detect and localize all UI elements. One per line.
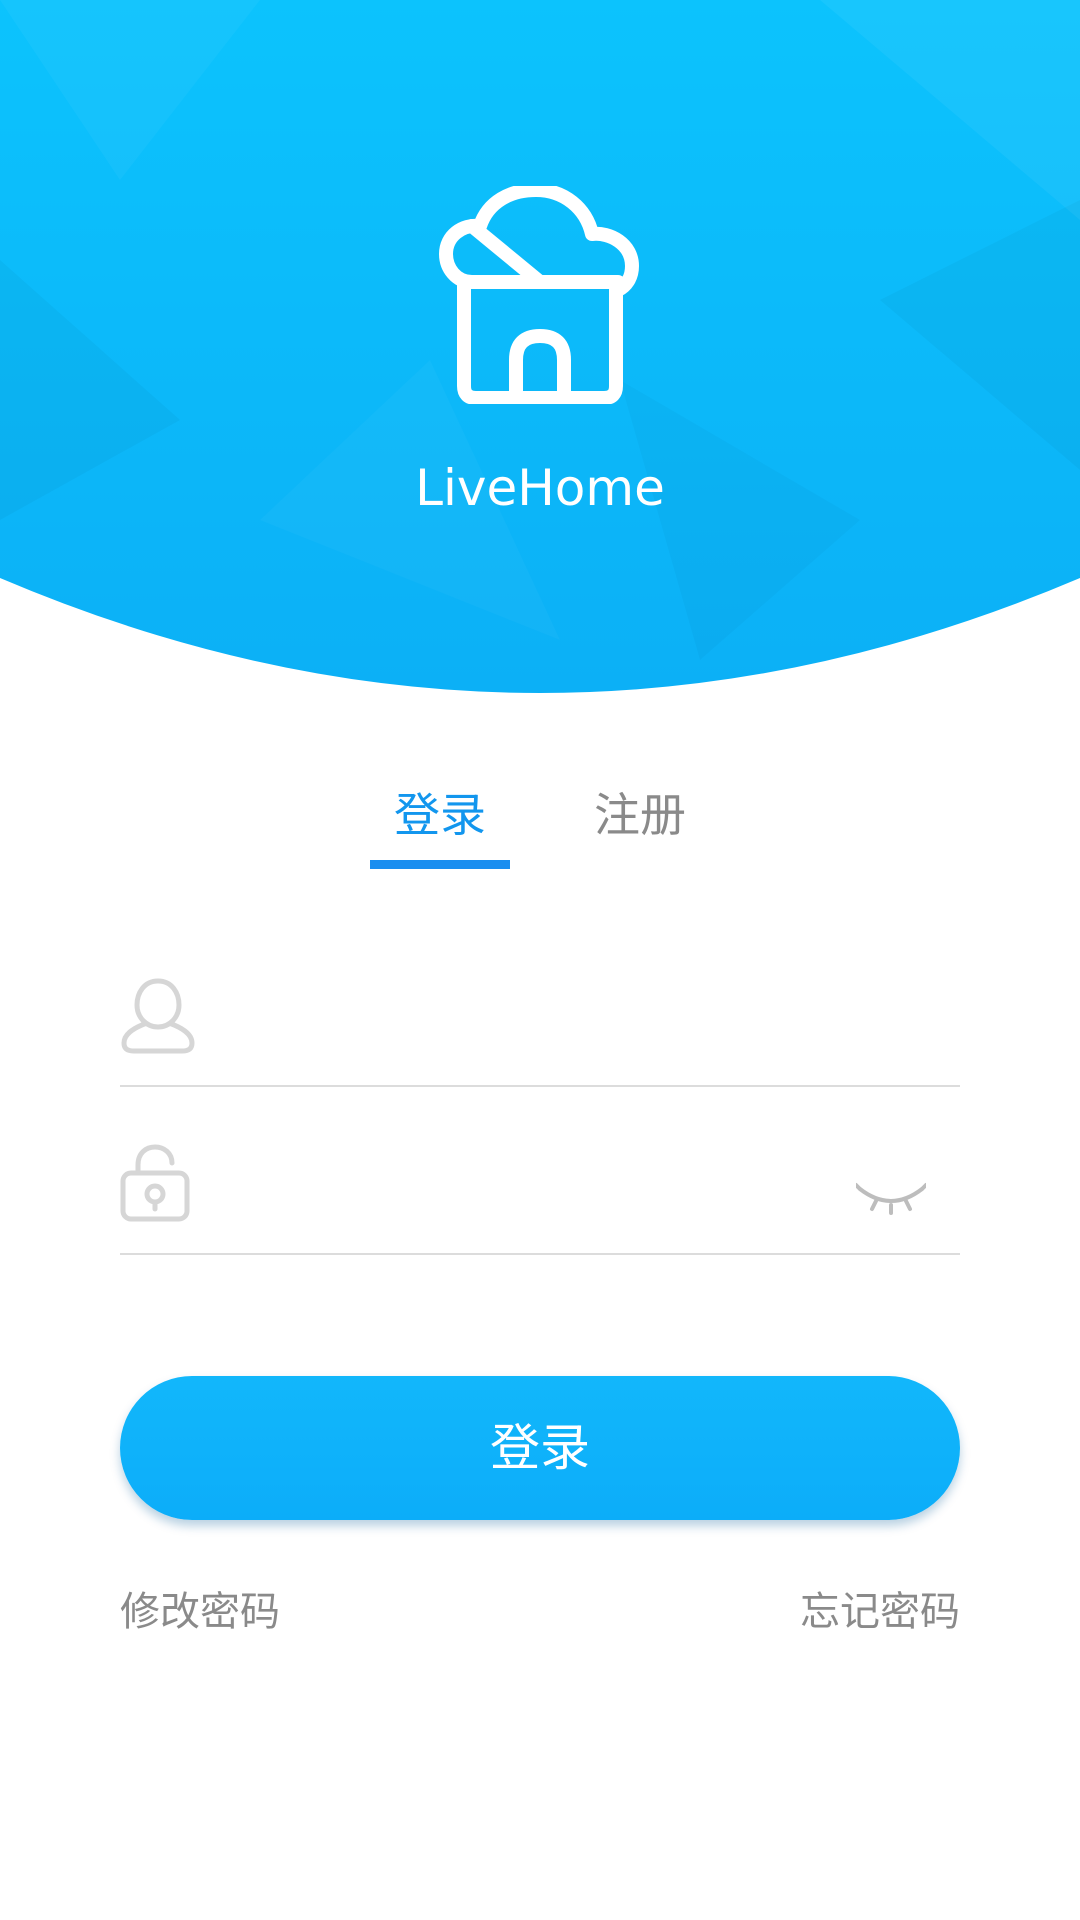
header-banner: LiveHome [0,0,1080,700]
eye-closed-icon[interactable] [856,1177,926,1223]
active-tab-indicator [370,860,510,869]
change-password-link[interactable]: 修改密码 [120,1582,280,1642]
password-input[interactable] [230,1158,824,1240]
auth-tabs: 登录 注册 [0,780,1080,880]
forgot-password-link[interactable]: 忘记密码 [800,1582,960,1642]
username-field [120,975,960,1087]
password-field [120,1143,960,1255]
user-icon [121,978,195,1054]
username-input[interactable] [230,990,824,1072]
tab-register[interactable]: 注册 [570,780,710,880]
login-button[interactable]: 登录 [120,1376,960,1520]
lock-icon [120,1144,190,1222]
app-name: LiveHome [415,459,665,517]
login-screen: LiveHome 登录 注册 登录 修改密码 忘记密码 [0,0,1080,1920]
house-cloud-logo-icon [439,186,639,404]
